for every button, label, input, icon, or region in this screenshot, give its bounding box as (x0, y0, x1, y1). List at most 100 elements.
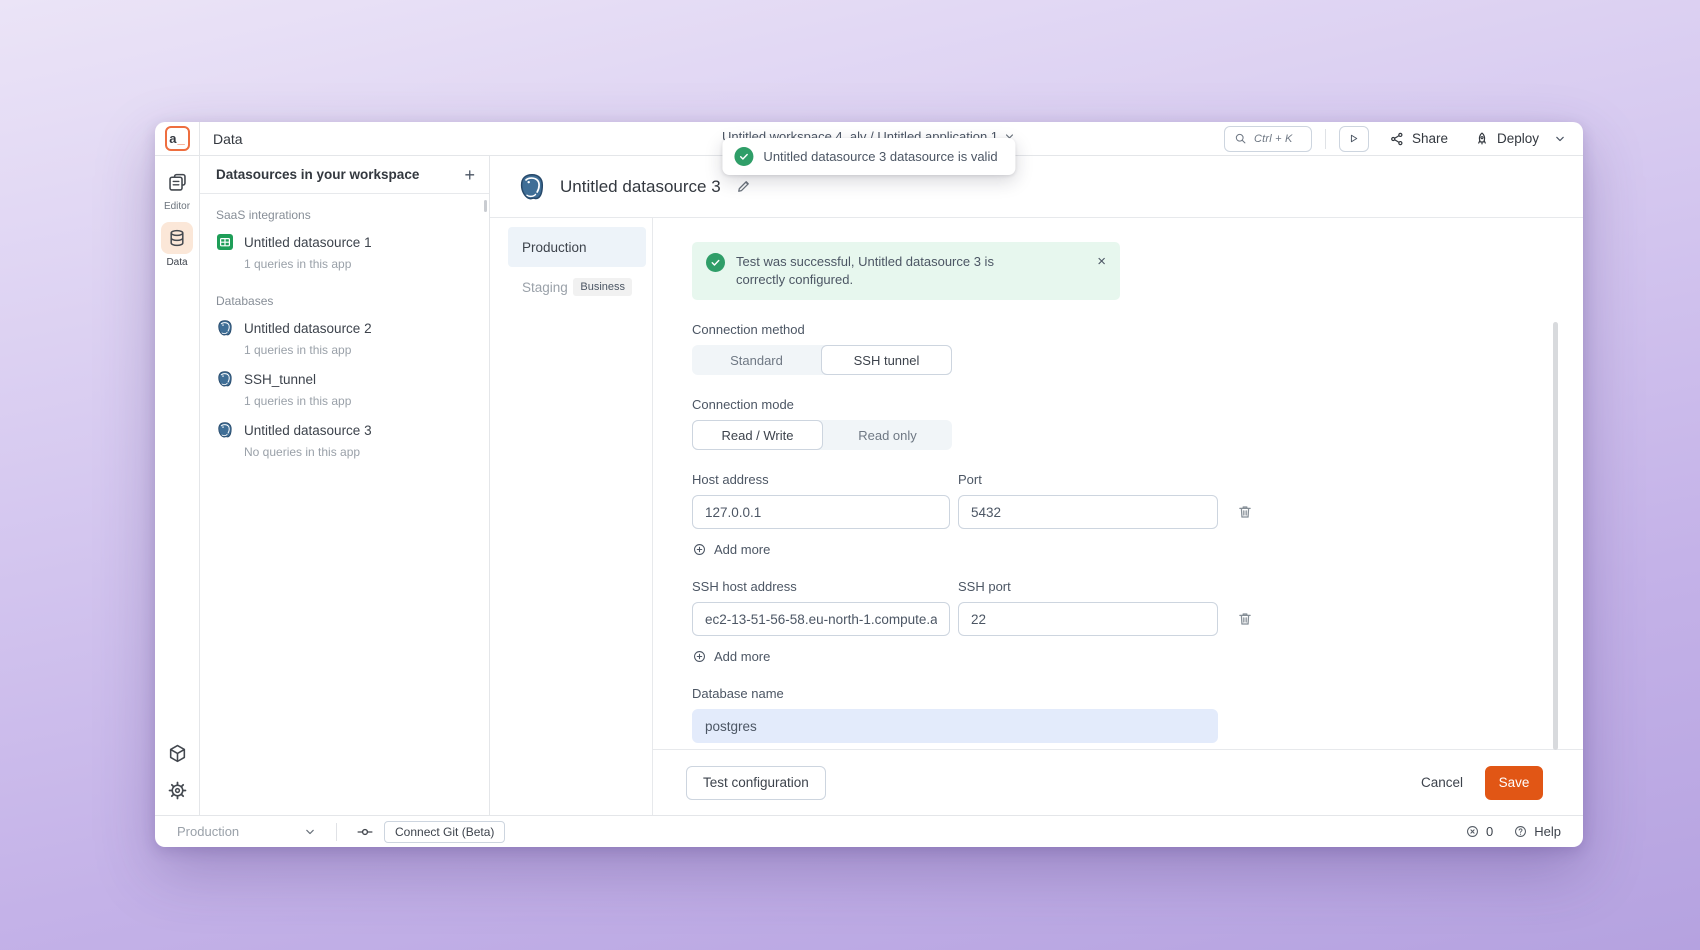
add-more-host-button[interactable]: Add more (692, 542, 770, 557)
success-check-icon (706, 253, 725, 272)
test-configuration-button[interactable]: Test configuration (686, 766, 826, 800)
app-window: a_ Data Untitled workspace 4..alv / Unti… (155, 122, 1583, 847)
add-more-ssh-button[interactable]: Add more (692, 649, 770, 664)
ssh-host-field[interactable] (692, 602, 950, 636)
list-item-ssh-tunnel[interactable]: SSH_tunnel 1 queries in this app (216, 370, 473, 408)
save-button[interactable]: Save (1485, 766, 1543, 800)
datasource-header: Untitled datasource 3 (490, 156, 1583, 218)
search-input[interactable]: Ctrl + K (1224, 126, 1312, 152)
play-icon (1347, 132, 1360, 145)
google-sheets-icon (216, 233, 234, 251)
statusbar-right: 0 Help (1465, 824, 1561, 839)
help-circle-icon (1513, 824, 1528, 839)
close-icon[interactable]: × (1097, 253, 1106, 271)
deploy-chevron-icon[interactable] (1553, 132, 1567, 146)
topbar-actions: Ctrl + K Share Deploy (1224, 126, 1583, 152)
port-label: Port (958, 472, 982, 487)
database-name-label: Database name (692, 686, 1583, 701)
section-label-databases: Databases (216, 294, 473, 308)
trash-icon[interactable] (1236, 503, 1254, 521)
sidebar-item-editor[interactable]: Editor (161, 166, 193, 212)
option-ssh-tunnel[interactable]: SSH tunnel (821, 345, 952, 375)
search-icon (1234, 132, 1247, 145)
main-content: Untitled datasource 3 Production Staging… (490, 156, 1583, 815)
add-more-label: Add more (714, 542, 770, 557)
share-button[interactable]: Share (1389, 131, 1448, 147)
deploy-label: Deploy (1497, 131, 1539, 146)
ssh-port-label: SSH port (958, 579, 1011, 594)
datasources-panel: Datasources in your workspace + SaaS int… (200, 156, 490, 815)
share-icon (1389, 131, 1405, 147)
host-address-field[interactable] (692, 495, 950, 529)
logo-underscore: _ (178, 132, 185, 145)
list-item-datasource-2[interactable]: Untitled datasource 2 1 queries in this … (216, 319, 473, 357)
section-label-saas: SaaS integrations (216, 208, 473, 222)
statusbar-divider (336, 823, 337, 841)
datasource-sub: 1 queries in this app (244, 257, 473, 271)
ssh-row (692, 602, 1583, 636)
alert-message: Test was successful, Untitled datasource… (736, 253, 1036, 289)
trash-icon[interactable] (1236, 610, 1254, 628)
deploy-button[interactable]: Deploy (1474, 131, 1539, 147)
settings-gear-icon[interactable] (167, 780, 188, 801)
status-bar: Production Connect Git (Beta) 0 Help (155, 815, 1583, 847)
host-address-label: Host address (692, 472, 958, 487)
option-standard[interactable]: Standard (692, 345, 821, 375)
datasource-sub: 1 queries in this app (244, 394, 473, 408)
connection-method-label: Connection method (692, 322, 1583, 337)
plus-circle-icon (692, 649, 707, 664)
option-read-only[interactable]: Read only (823, 420, 952, 450)
search-shortcut: Ctrl + K (1254, 133, 1293, 145)
connection-method-toggle: Standard SSH tunnel (692, 345, 952, 375)
datasource-sub: No queries in this app (244, 445, 473, 459)
datasource-name: SSH_tunnel (244, 372, 316, 387)
logo-cell: a_ (155, 122, 200, 155)
host-port-row (692, 495, 1583, 529)
port-field[interactable] (958, 495, 1218, 529)
error-count-value: 0 (1486, 824, 1493, 839)
sidebar-item-data[interactable]: Data (161, 222, 193, 268)
cancel-button[interactable]: Cancel (1417, 769, 1467, 796)
section-gap (216, 284, 473, 294)
toast-message: Untitled datasource 3 datasource is vali… (763, 149, 997, 164)
error-count[interactable]: 0 (1465, 824, 1493, 839)
environment-select[interactable]: Production (177, 824, 317, 839)
help-button[interactable]: Help (1513, 824, 1561, 839)
ssh-port-field[interactable] (958, 602, 1218, 636)
postgresql-icon (216, 319, 234, 337)
git-commit-icon (356, 823, 374, 841)
packages-cube-icon[interactable] (167, 743, 188, 764)
list-item-datasource-1[interactable]: Untitled datasource 1 1 queries in this … (216, 233, 473, 271)
option-read-write[interactable]: Read / Write (692, 420, 823, 450)
list-item-datasource-3[interactable]: Untitled datasource 3 No queries in this… (216, 421, 473, 459)
connection-mode-label: Connection mode (692, 397, 1583, 412)
plus-circle-icon (692, 542, 707, 557)
business-badge: Business (573, 278, 632, 296)
ssh-host-label: SSH host address (692, 579, 958, 594)
window-body: Editor Data Datasources in your workspac… (155, 156, 1583, 815)
database-name-field[interactable] (692, 709, 1218, 743)
add-datasource-button[interactable]: + (464, 166, 475, 184)
rail-editor-label: Editor (164, 201, 190, 212)
form-scroll-area: Test was successful, Untitled datasource… (653, 218, 1583, 749)
left-rail: Editor Data (155, 156, 200, 815)
panel-scrollbar[interactable] (484, 200, 487, 212)
share-label: Share (1412, 131, 1448, 146)
page-title: Data (213, 131, 243, 147)
tab-production[interactable]: Production (508, 227, 646, 267)
success-check-icon (734, 147, 753, 166)
help-label: Help (1534, 824, 1561, 839)
tab-staging[interactable]: Staging Business (508, 267, 646, 307)
toast-notification: Untitled datasource 3 datasource is vali… (722, 138, 1015, 175)
connect-git-button[interactable]: Connect Git (Beta) (384, 821, 505, 843)
appsmith-logo[interactable]: a_ (165, 126, 190, 151)
datasources-panel-header: Datasources in your workspace + (200, 156, 489, 194)
ssh-labels: SSH host address SSH port (692, 579, 1583, 594)
datasource-body: Production Staging Business T (490, 218, 1583, 815)
edit-name-pencil-icon[interactable] (735, 178, 752, 195)
datasources-panel-title: Datasources in your workspace (216, 167, 419, 182)
datasource-name: Untitled datasource 2 (244, 321, 372, 336)
run-button[interactable] (1339, 126, 1369, 152)
form-scrollbar[interactable] (1553, 322, 1558, 750)
connection-mode-toggle: Read / Write Read only (692, 420, 952, 450)
